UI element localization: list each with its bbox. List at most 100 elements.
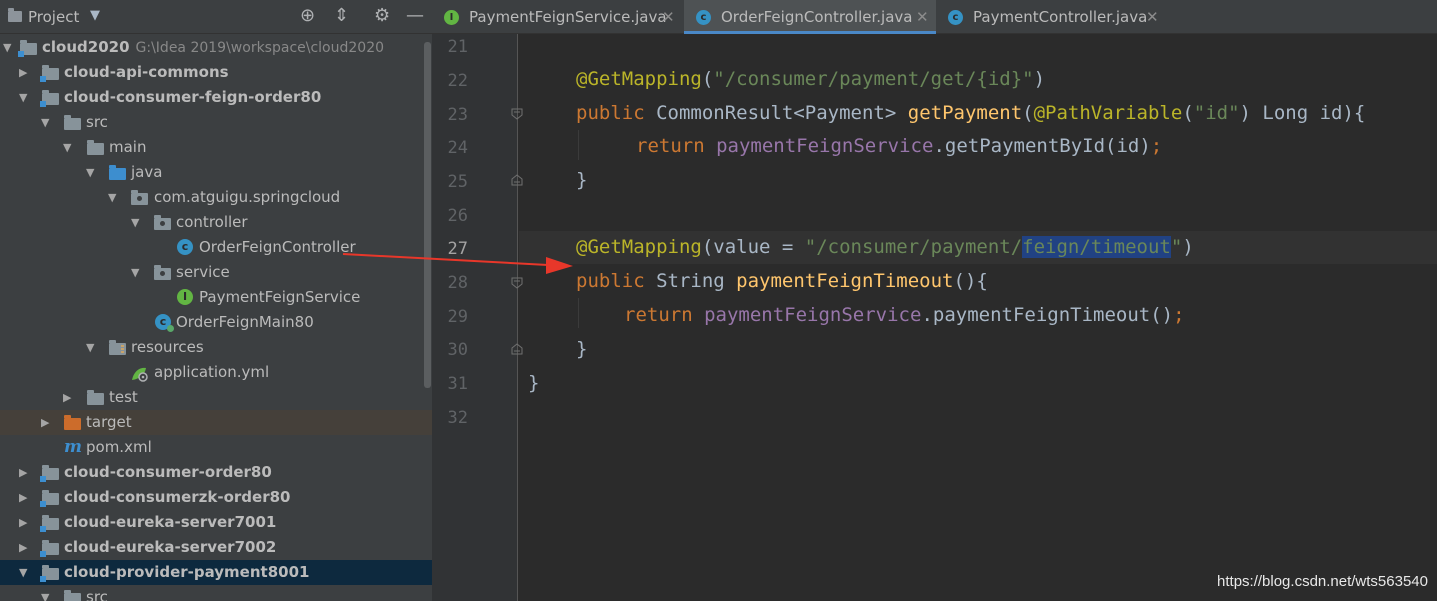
tree-item-main[interactable]: ▼ main xyxy=(0,135,432,160)
tree-item-java[interactable]: ▼ java xyxy=(0,160,432,185)
code-token: getPayment xyxy=(907,102,1023,124)
chevron-down-icon[interactable]: ▼ xyxy=(19,91,27,104)
chevron-down-icon[interactable]: ▼ xyxy=(108,191,116,204)
gear-icon[interactable]: ⚙ xyxy=(374,5,390,26)
code-token: ( xyxy=(1022,102,1034,124)
tree-item-cloud-api-commons[interactable]: ▶ cloud-api-commons xyxy=(0,60,432,85)
tree-item-cloud-eureka-server7002[interactable]: ▶ cloud-eureka-server7002 xyxy=(0,535,432,560)
tab-payment-controller[interactable]: c PaymentController.java ✕ xyxy=(936,0,1168,34)
source-folder-icon xyxy=(109,165,126,180)
code-token: return xyxy=(624,304,693,326)
tree-item-label: pom.xml xyxy=(86,438,152,456)
code-line-29[interactable]: return paymentFeignService.paymentFeignT… xyxy=(624,304,1185,326)
fold-start-icon[interactable] xyxy=(511,277,523,289)
tab-order-feign-controller[interactable]: c OrderFeignController.java ✕ xyxy=(684,0,936,34)
line-number: 26 xyxy=(447,206,468,226)
tree-item-label: cloud-consumerzk-order80 xyxy=(64,488,291,506)
code-line-25[interactable]: } xyxy=(576,169,587,191)
line-number: 28 xyxy=(447,273,468,293)
code-line-28[interactable]: public String paymentFeignTimeout(){ xyxy=(576,270,988,292)
tree-item-target[interactable]: ▶ target xyxy=(0,410,432,435)
chevron-down-icon[interactable]: ▼ xyxy=(41,591,49,601)
tab-payment-feign-service[interactable]: I PaymentFeignService.java ✕ xyxy=(432,0,682,34)
code-line-23[interactable]: public CommonResult<Payment> getPayment(… xyxy=(576,102,1365,124)
code-token: public xyxy=(576,102,645,124)
code-line-31[interactable]: } xyxy=(528,372,539,394)
tree-item-cloud-consumerzk-order80[interactable]: ▶ cloud-consumerzk-order80 xyxy=(0,485,432,510)
code-line-27[interactable]: @GetMapping(value = "/consumer/payment/f… xyxy=(576,236,1194,258)
code-token: @PathVariable xyxy=(1033,102,1183,124)
code-token: paymentFeignService xyxy=(716,135,934,157)
tree-item-application-yml[interactable]: application.yml xyxy=(0,360,432,385)
chevron-right-icon[interactable]: ▶ xyxy=(63,391,71,404)
tree-item-resources[interactable]: ▼ resources xyxy=(0,335,432,360)
code-token: (value = xyxy=(701,236,805,258)
chevron-right-icon[interactable]: ▶ xyxy=(41,416,49,429)
tree-item-cloud-consumer-feign-order80[interactable]: ▼ cloud-consumer-feign-order80 xyxy=(0,85,432,110)
chevron-right-icon[interactable]: ▶ xyxy=(19,541,27,554)
tree-scrollbar[interactable] xyxy=(424,42,431,388)
fold-start-icon[interactable] xyxy=(511,108,523,120)
indent-guide xyxy=(578,130,579,160)
close-icon[interactable]: ✕ xyxy=(916,8,929,26)
tab-label: PaymentController.java xyxy=(973,8,1148,26)
chevron-right-icon[interactable]: ▶ xyxy=(19,516,27,529)
code-line-22[interactable]: @GetMapping("/consumer/payment/get/{id}"… xyxy=(576,68,1045,90)
globe-icon[interactable]: ⊕ xyxy=(300,5,315,26)
tree-item-payment-feign-service[interactable]: I PaymentFeignService xyxy=(0,285,432,310)
tree-item-controller[interactable]: ▼ controller xyxy=(0,210,432,235)
tree-item-test[interactable]: ▶ test xyxy=(0,385,432,410)
tree-item-label: target xyxy=(86,413,132,431)
project-title[interactable]: Project xyxy=(28,8,79,26)
tree-item-label: cloud-eureka-server7002 xyxy=(64,538,277,556)
chevron-down-icon[interactable]: ▼ xyxy=(131,216,139,229)
chevron-down-icon[interactable]: ▼ xyxy=(19,566,27,579)
code-line-24[interactable]: return paymentFeignService.getPaymentByI… xyxy=(636,135,1162,157)
code-token: return xyxy=(636,135,705,157)
tree-item-label: main xyxy=(109,138,147,156)
tree-item-cloud-eureka-server7001[interactable]: ▶ cloud-eureka-server7001 xyxy=(0,510,432,535)
tree-item-src[interactable]: ▼ src xyxy=(0,110,432,135)
chevron-right-icon[interactable]: ▶ xyxy=(19,466,27,479)
tree-item-cloud2020[interactable]: ▼ cloud2020 G:\Idea 2019\workspace\cloud2… xyxy=(0,35,432,60)
tree-item-cloud-provider-payment8001[interactable]: ▼ cloud-provider-payment8001 xyxy=(0,560,432,585)
editor-tab-bar: I PaymentFeignService.java ✕ c OrderFeig… xyxy=(432,0,1437,34)
line-number: 23 xyxy=(447,105,468,125)
tree-item-label: controller xyxy=(176,213,248,231)
chevron-down-icon[interactable]: ▼ xyxy=(131,266,139,279)
chevron-down-icon[interactable]: ▼ xyxy=(63,141,71,154)
chevron-down-icon[interactable]: ▼ xyxy=(41,116,49,129)
chevron-down-icon[interactable]: ▼ xyxy=(86,341,94,354)
close-icon[interactable]: ✕ xyxy=(1146,8,1159,26)
chevron-down-icon[interactable]: ▼ xyxy=(3,41,11,54)
tree-item-order-feign-controller[interactable]: c OrderFeignController xyxy=(0,235,432,260)
tree-item-pom-xml[interactable]: m pom.xml xyxy=(0,435,432,460)
chevron-down-icon[interactable]: ▼ xyxy=(86,166,94,179)
module-folder-icon xyxy=(40,65,59,82)
chevron-right-icon[interactable]: ▶ xyxy=(19,491,27,504)
class-icon: c xyxy=(696,10,711,25)
tree-item-label: OrderFeignController xyxy=(199,238,356,256)
editor-gutter: 21 22 23 24 25 26 27 28 29 30 31 32 xyxy=(432,34,523,601)
tree-item-order-feign-main80[interactable]: c OrderFeignMain80 xyxy=(0,310,432,335)
tree-item-cloud-consumer-order80[interactable]: ▶ cloud-consumer-order80 xyxy=(0,460,432,485)
tree-item-service[interactable]: ▼ service xyxy=(0,260,432,285)
code-line-30[interactable]: } xyxy=(576,338,587,360)
module-folder-icon xyxy=(40,490,59,507)
tree-item-package-springcloud[interactable]: ▼ com.atguigu.springcloud xyxy=(0,185,432,210)
fold-end-icon[interactable] xyxy=(511,343,523,355)
selected-text[interactable]: feign/timeout xyxy=(1022,236,1171,258)
module-folder-icon xyxy=(40,515,59,532)
code-token: ; xyxy=(1150,135,1163,157)
tree-item-src[interactable]: ▼ src xyxy=(0,585,432,601)
chevron-down-icon[interactable]: ▼ xyxy=(90,8,100,23)
line-number: 29 xyxy=(447,307,468,327)
fold-end-icon[interactable] xyxy=(511,174,523,186)
line-number: 25 xyxy=(447,172,468,192)
minimize-icon[interactable]: — xyxy=(406,5,424,26)
code-token: ; xyxy=(1173,304,1185,326)
collapse-icon[interactable]: ⇕ xyxy=(334,5,349,26)
code-token: "/consumer/payment/get/{id}" xyxy=(713,68,1034,90)
chevron-right-icon[interactable]: ▶ xyxy=(19,66,27,79)
close-icon[interactable]: ✕ xyxy=(662,8,675,26)
